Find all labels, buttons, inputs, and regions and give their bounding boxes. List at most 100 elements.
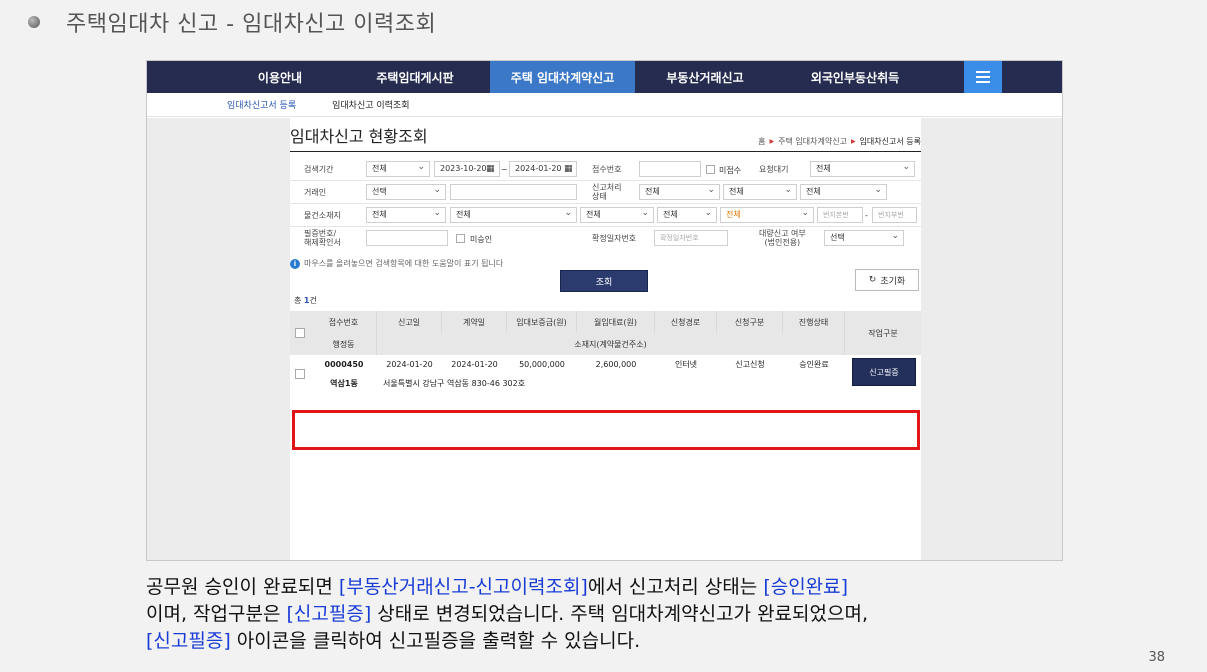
party-input[interactable] (450, 184, 577, 200)
party-label: 거래인 (304, 188, 327, 197)
location-select-3[interactable]: 전체 (580, 206, 654, 223)
cell-address: 서울특별시 강남구 역삼동 830-46 302호 (383, 379, 526, 388)
search-hint: i 마우스를 올려놓으면 검색항목에 대한 도움말이 표기 됩니다 (290, 258, 503, 269)
desc-text: 아이콘을 클릭하여 신고필증을 출력할 수 있습니다. (230, 630, 641, 652)
row-checkbox[interactable] (295, 369, 305, 379)
agent-label: 대량신고 여부 (법인전용) (759, 229, 806, 247)
location-select-2[interactable]: 전체 (450, 206, 577, 223)
unreceived-label: 미접수 (719, 166, 742, 175)
date-separator: ~ (501, 165, 508, 174)
page-header: 임대차신고 현황조회 홈 ▶ 주택 임대차계약신고 ▶ 임대차신고서 등록 (290, 127, 921, 152)
screenshot-frame: 이용안내 주택임대게시판 주택 임대차계약신고 부동산거래신고 외국인부동산취득… (146, 60, 1063, 561)
period-select[interactable]: 전체 (366, 160, 430, 177)
status-select-1[interactable]: 전체 (639, 183, 720, 200)
nav-item-board[interactable]: 주택임대게시판 (340, 61, 490, 93)
cert-input[interactable] (366, 230, 448, 246)
lot-main-input[interactable]: 번지본번 (817, 207, 863, 223)
reset-label: 초기화 (880, 276, 906, 287)
breadcrumb-section[interactable]: 주택 임대차계약신고 (778, 136, 847, 147)
header-address: 소재지(계약물건주소) (377, 333, 845, 355)
slide-title-bar: 주택임대차 신고 - 임대차신고 이력조회 (28, 8, 437, 37)
status-label: 신고처리 상태 (592, 183, 622, 201)
total-suffix: 건 (309, 296, 317, 305)
top-navigation: 이용안내 주택임대게시판 주택 임대차계약신고 부동산거래신고 외국인부동산취득 (147, 61, 1062, 93)
header-dong: 행정동 (311, 333, 377, 355)
table-header: 접수번호 신고일 계약일 임대보증금(원) 월임대료(원) 신청경로 신청구분 … (290, 311, 921, 355)
row-highlight-box (292, 410, 920, 450)
cell-dong: 역삼1동 (330, 379, 358, 388)
cell-type: 신고신청 (735, 360, 765, 369)
header-receipt-no: 접수번호 (311, 311, 377, 333)
slide-title: 주택임대차 신고 - 임대차신고 이력조회 (66, 12, 437, 37)
header-report-date: 신고일 (377, 311, 442, 333)
status-select-2[interactable]: 전체 (723, 183, 797, 200)
nav-item-lease-report[interactable]: 주택 임대차계약신고 (490, 61, 635, 93)
search-row-3: 물건소재지 전체 전체 전체 전체 전체 번지본번 - 번지부번 (290, 204, 921, 227)
search-form: 검색기간 전체 2023-10-20 ▦ ~ 2024-01-20 ▦ 접수번호… (290, 158, 921, 250)
status-select-3[interactable]: 전체 (800, 183, 887, 200)
slide-description: 공무원 승인이 완료되면 [부동산거래신고-신고이력조회]에서 신고처리 상태는… (146, 574, 1106, 655)
agent-select[interactable]: 선택 (824, 229, 904, 246)
breadcrumb-current: 임대차신고서 등록 (859, 137, 921, 146)
calendar-icon[interactable]: ▦ (486, 164, 496, 174)
select-all-checkbox[interactable] (295, 328, 305, 338)
request-select[interactable]: 전체 (810, 160, 915, 177)
cell-contract-date: 2024-01-20 (451, 360, 498, 369)
request-label: 요청대기 (759, 165, 789, 174)
certificate-button[interactable]: 신고필증 (852, 358, 916, 386)
breadcrumb: 홈 ▶ 주택 임대차계약신고 ▶ 임대차신고서 등록 (758, 136, 921, 147)
cell-report-date: 2024-01-20 (386, 360, 433, 369)
unreceived-checkbox[interactable] (706, 165, 715, 174)
location-label: 물건소재지 (304, 211, 341, 220)
nav-item-foreign-acquisition[interactable]: 외국인부동산취득 (775, 61, 935, 93)
location-select-1[interactable]: 전체 (366, 206, 446, 223)
cell-receipt-no: 0000450 (324, 360, 364, 369)
cell-status: 승인완료 (799, 360, 829, 369)
location-select-4[interactable]: 전체 (657, 206, 717, 223)
cell-monthly-rent: 2,600,000 (595, 360, 637, 369)
search-row-4: 필증번호/ 해제확인서 미승인 확정일자번호 확정일자번호 대량신고 여부 (법… (290, 227, 921, 250)
cell-deposit: 50,000,000 (519, 360, 565, 369)
hamburger-menu-icon[interactable] (964, 61, 1002, 93)
breadcrumb-home[interactable]: 홈 (758, 136, 765, 147)
search-row-1: 검색기간 전체 2023-10-20 ▦ ~ 2024-01-20 ▦ 접수번호… (290, 158, 921, 181)
lot-separator: - (865, 211, 868, 220)
refresh-icon: ↻ (868, 275, 877, 285)
page-title: 임대차신고 현황조회 (290, 127, 428, 146)
unapproved-checkbox[interactable] (456, 234, 465, 243)
confirm-date-input[interactable]: 확정일자번호 (654, 230, 728, 246)
cell-channel: 인터넷 (674, 360, 698, 369)
desc-highlight: [신고필증] (146, 630, 231, 652)
subnav-lease-register[interactable]: 임대차신고서 등록 (227, 98, 296, 111)
nav-item-guide[interactable]: 이용안내 (220, 61, 340, 93)
page-number: 38 (1148, 650, 1165, 665)
confirm-date-label: 확정일자번호 (592, 234, 637, 243)
receipt-no-input[interactable] (639, 161, 701, 177)
main-content: 임대차신고 현황조회 홈 ▶ 주택 임대차계약신고 ▶ 임대차신고서 등록 검색… (290, 118, 921, 560)
location-select-5[interactable]: 전체 (720, 206, 814, 223)
search-row-2: 거래인 선택 신고처리 상태 전체 전체 전체 (290, 181, 921, 204)
sub-navigation: 임대차신고서 등록 임대차신고 이력조회 (147, 93, 1062, 117)
desc-text: 상태로 변경되었습니다. 주택 임대차계약신고가 완료되었으며, (371, 603, 868, 625)
table-row[interactable]: 0000450 2024-01-20 2024-01-20 50,000,000… (290, 355, 921, 393)
calendar-icon[interactable]: ▦ (564, 164, 574, 174)
unapproved-label: 미승인 (470, 235, 493, 244)
header-monthly-rent: 월임대료(원) (577, 311, 655, 333)
breadcrumb-arrow-icon: ▶ (850, 138, 856, 145)
info-icon: i (290, 258, 300, 269)
receipt-no-label: 접수번호 (592, 165, 622, 174)
total-prefix: 총 (294, 296, 304, 305)
reset-button[interactable]: ↻ 초기화 (855, 269, 919, 291)
header-type: 신청구분 (717, 311, 783, 333)
header-channel: 신청경로 (655, 311, 717, 333)
desc-highlight: [신고필증] (286, 603, 372, 625)
cert-label: 필증번호/ 해제확인서 (304, 229, 341, 247)
party-select[interactable]: 선택 (366, 183, 446, 200)
subnav-lease-history[interactable]: 임대차신고 이력조회 (332, 98, 409, 111)
breadcrumb-arrow-icon: ▶ (769, 138, 775, 145)
search-button[interactable]: 조회 (560, 270, 648, 292)
nav-item-realestate-report[interactable]: 부동산거래신고 (635, 61, 775, 93)
lot-sub-input[interactable]: 번지부번 (872, 207, 917, 223)
desc-text: 에서 신고처리 상태는 (587, 576, 764, 598)
desc-text: 공무원 승인이 완료되면 (146, 576, 339, 598)
